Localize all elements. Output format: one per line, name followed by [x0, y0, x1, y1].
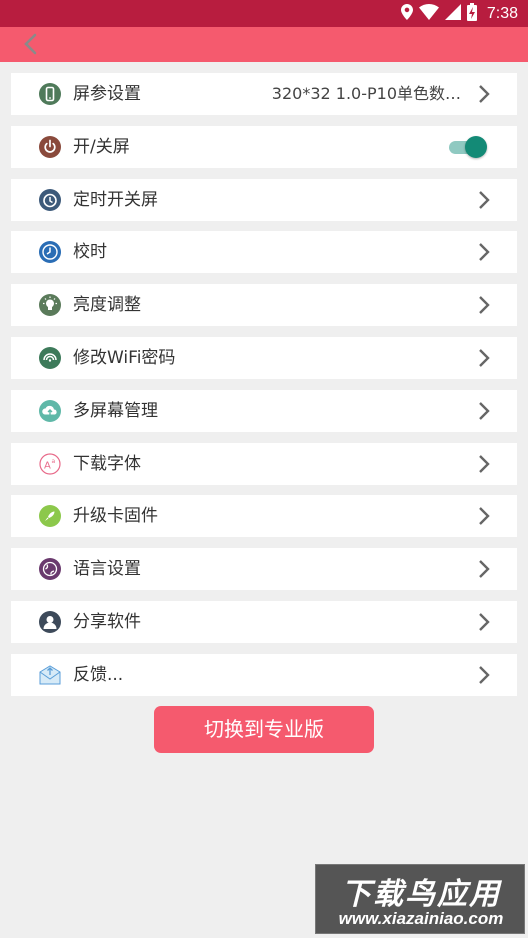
- chevron-right-icon: [479, 454, 490, 473]
- menu-item-label: 校时: [73, 242, 107, 263]
- menu-item-label: 多屏幕管理: [73, 400, 158, 421]
- toolbar: [0, 27, 528, 62]
- menu-item-label: 语言设置: [73, 559, 141, 580]
- mail-icon: [39, 665, 61, 685]
- font-icon: Aa: [39, 452, 61, 475]
- chevron-right-icon: [479, 613, 490, 631]
- chevron-right-icon: [479, 296, 490, 315]
- menu-item-label: 升级卡固件: [73, 506, 158, 527]
- rocket-icon: [39, 505, 61, 528]
- menu-item-screen-power: 开/关屏: [11, 125, 517, 168]
- status-time: 7:38: [486, 4, 518, 22]
- menu-item-time-sync[interactable]: 校时: [11, 231, 517, 274]
- timer-icon: [39, 188, 61, 211]
- screen-params-value: 320*32 1.0-P10单色数…: [271, 84, 461, 103]
- menu-item-screen-params[interactable]: 屏参设置 320*32 1.0-P10单色数…: [11, 73, 517, 115]
- menu-item-firmware-upgrade[interactable]: 升级卡固件: [11, 495, 517, 538]
- chevron-right-icon: [479, 349, 490, 367]
- menu-item-timer-power[interactable]: 定时开关屏: [11, 178, 517, 221]
- menu-item-label: 开/关屏: [73, 136, 130, 157]
- status-icons: 7:38: [400, 0, 518, 27]
- chevron-right-icon: [479, 190, 490, 209]
- wifi-signal-icon: [39, 346, 61, 369]
- chevron-right-icon: [479, 507, 490, 526]
- toggle-thumb: [465, 135, 487, 158]
- menu-item-label: 下载字体: [73, 453, 141, 474]
- user-icon: [39, 610, 61, 633]
- clock-icon: [39, 241, 61, 264]
- back-button[interactable]: [14, 29, 46, 59]
- status-bar: 7:38: [0, 0, 528, 27]
- phone-icon: [39, 83, 61, 105]
- chevron-right-icon: [479, 560, 490, 579]
- watermark-logo: 下载鸟应用 www.xiazainiao.com: [315, 864, 525, 934]
- svg-text:a: a: [52, 458, 56, 465]
- menu-item-language[interactable]: 语言设置: [11, 548, 517, 591]
- menu-item-wifi-password[interactable]: 修改WiFi密码: [11, 336, 517, 379]
- back-arrow-icon: [24, 33, 37, 55]
- menu-item-feedback[interactable]: 反馈...: [11, 653, 517, 696]
- menu-item-label: 反馈...: [73, 664, 124, 685]
- wifi-icon: [418, 3, 439, 24]
- signal-icon: [444, 3, 461, 24]
- chevron-right-icon: [479, 665, 490, 684]
- globe-icon: [39, 558, 61, 581]
- menu-item-share-app[interactable]: 分享软件: [11, 600, 517, 643]
- watermark-url: www.xiazainiao.com: [338, 909, 504, 928]
- chevron-right-icon: [479, 401, 490, 420]
- watermark-title: 下载鸟应用: [341, 877, 501, 912]
- location-icon: [400, 3, 413, 24]
- menu-item-label: 修改WiFi密码: [73, 347, 176, 368]
- menu-item-label: 亮度调整: [73, 295, 141, 316]
- settings-list: 屏参设置 320*32 1.0-P10单色数… 开/关屏 定时开关屏 校时 亮度…: [11, 73, 517, 707]
- power-icon: [39, 135, 61, 158]
- menu-item-label: 分享软件: [73, 611, 141, 632]
- menu-item-label: 定时开关屏: [73, 189, 158, 210]
- chevron-right-icon: [479, 85, 490, 103]
- chevron-right-icon: [479, 243, 490, 262]
- cloud-upload-icon: [39, 399, 61, 422]
- switch-to-pro-button[interactable]: 切换到专业版: [154, 706, 374, 753]
- menu-item-multi-screen[interactable]: 多屏幕管理: [11, 389, 517, 432]
- screen-power-toggle[interactable]: [447, 135, 487, 158]
- bulb-icon: [39, 294, 61, 317]
- menu-item-label: 屏参设置: [73, 84, 141, 104]
- menu-item-brightness[interactable]: 亮度调整: [11, 284, 517, 327]
- menu-item-download-font[interactable]: Aa 下载字体: [11, 442, 517, 485]
- battery-charging-icon: [466, 2, 477, 25]
- svg-text:A: A: [44, 460, 51, 471]
